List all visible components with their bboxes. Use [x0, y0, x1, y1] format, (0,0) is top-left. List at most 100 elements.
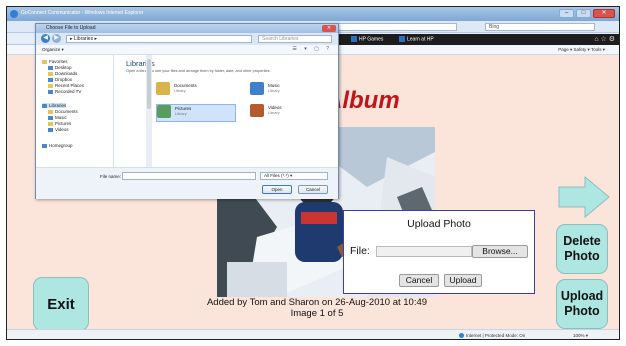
file-dialog-title: Choose File to Upload	[46, 25, 96, 31]
upload-cancel-button[interactable]: Cancel	[399, 274, 439, 287]
learn-at-hp-icon	[399, 36, 405, 42]
browser-title-bar: GoConnect Communicator - Windows Interne…	[7, 7, 619, 21]
delete-photo-button[interactable]: Delete Photo	[556, 224, 608, 274]
file-path-input[interactable]	[376, 246, 472, 257]
nav-desktop-label: Desktop	[55, 65, 72, 70]
nav-favorites-label: Favorites	[49, 59, 68, 64]
upload-photo-label-2: Photo	[564, 304, 600, 318]
tab-strip: HP Games Learn at HP ⌂ ☆ ⚙	[337, 34, 619, 45]
bing-search-placeholder: Bing	[489, 24, 500, 30]
file-dialog-toolbar: Organize ▾ ☰ ▾ ▢ ?	[36, 45, 338, 55]
library-documents-type: Library	[174, 89, 186, 93]
dropbox-icon	[48, 77, 53, 82]
window-controls: – □ ✕	[559, 9, 615, 18]
nav-recent-places-label: Recent Places	[55, 83, 85, 88]
file-dialog-bottom-bar: File name: All Files (*.*) ▾ Open Cancel	[36, 167, 338, 199]
nav-libraries[interactable]: Libraries	[42, 103, 67, 108]
exit-button[interactable]: Exit	[33, 277, 89, 331]
documents-library-icon	[156, 82, 170, 95]
security-zone-label: Internet | Protected Mode: On	[466, 333, 526, 338]
next-arrow-icon[interactable]	[557, 175, 611, 219]
file-dialog-title-bar: Choose File to Upload ✕	[36, 24, 338, 33]
nav-documents[interactable]: Documents	[48, 109, 78, 114]
nav-desktop[interactable]: Desktop	[48, 65, 72, 70]
nav-downloads-label: Downloads	[55, 71, 78, 76]
upload-photo-dialog: Upload Photo File: Browse... Cancel Uplo…	[343, 210, 535, 294]
nav-recorded-tv[interactable]: Recorded TV	[48, 89, 81, 94]
home-favorites-gear-icons[interactable]: ⌂ ☆ ⚙	[594, 35, 615, 43]
favorite-learn-at-hp[interactable]: Learn at HP	[399, 36, 434, 42]
browser-status-bar: Internet | Protected Mode: On 100% ▾	[7, 329, 619, 339]
scrollbar-thumb[interactable]	[147, 59, 151, 109]
forward-arrow-icon[interactable]: ▶	[52, 34, 61, 43]
file-dialog-cancel-button[interactable]: Cancel	[298, 185, 328, 194]
nav-recorded-tv-label: Recorded TV	[55, 89, 82, 94]
file-dialog-close-icon[interactable]: ✕	[322, 25, 336, 32]
nav-videos[interactable]: Videos	[48, 127, 69, 132]
navigation-scrollbar[interactable]	[146, 55, 152, 167]
photo-caption: Added by Tom and Sharon on 26-Aug-2010 a…	[187, 297, 447, 319]
documents-icon	[48, 109, 53, 114]
nav-favorites[interactable]: Favorites	[42, 59, 68, 64]
upload-submit-button[interactable]: Upload	[444, 274, 482, 287]
nav-homegroup[interactable]: Homegroup	[42, 143, 73, 148]
music-library-icon	[250, 82, 264, 95]
library-music[interactable]: Music Library	[250, 82, 330, 100]
upload-photo-button[interactable]: Upload Photo	[556, 279, 608, 329]
videos-icon	[48, 127, 53, 132]
bing-search-field[interactable]: Bing	[485, 23, 595, 31]
library-music-name: Music	[268, 83, 280, 88]
browser-window-title: GoConnect Communicator - Windows Interne…	[21, 10, 144, 16]
library-videos-type: Library	[268, 111, 280, 115]
favorite-learn-at-hp-label: Learn at HP	[407, 36, 434, 43]
desktop-icon	[48, 65, 53, 70]
file-type-filter[interactable]: All Files (*.*) ▾	[260, 172, 328, 180]
nav-homegroup-label: Homegroup	[49, 143, 73, 148]
library-pictures-type: Library	[175, 112, 187, 116]
delete-photo-label-1: Delete	[563, 234, 601, 248]
favorite-hp-games[interactable]: HP Games	[351, 36, 383, 42]
file-label: File:	[350, 245, 370, 257]
nav-dropbox[interactable]: Dropbox	[48, 77, 72, 82]
file-dialog-path[interactable]: ▸ Libraries ▸	[66, 35, 252, 43]
file-name-label: File name:	[100, 174, 122, 179]
nav-downloads[interactable]: Downloads	[48, 71, 77, 76]
nav-recent-places[interactable]: Recent Places	[48, 83, 84, 88]
zoom-level[interactable]: 100% ▾	[573, 333, 588, 339]
library-documents-name: Documents	[174, 83, 197, 88]
view-options-icons[interactable]: ☰ ▾ ▢ ?	[292, 46, 332, 52]
file-dialog-nav-bar: ◀ ▶ ▸ Libraries ▸ Search Libraries	[36, 33, 338, 45]
browse-button[interactable]: Browse...	[472, 245, 528, 258]
organize-menu[interactable]: Organize ▾	[42, 47, 64, 53]
minimize-button[interactable]: –	[559, 9, 574, 18]
pictures-icon	[48, 121, 53, 126]
ie-icon	[10, 10, 18, 18]
upload-photo-label-1: Upload	[560, 289, 604, 303]
hp-games-icon	[351, 36, 357, 42]
homegroup-icon	[42, 143, 47, 148]
choose-file-dialog: Choose File to Upload ✕ ◀ ▶ ▸ Libraries …	[35, 23, 339, 199]
nav-dropbox-label: Dropbox	[55, 77, 73, 82]
library-pictures-name: Pictures	[175, 106, 192, 111]
maximize-button[interactable]: □	[576, 9, 591, 18]
nav-music[interactable]: Music	[48, 115, 67, 120]
videos-library-icon	[250, 104, 264, 117]
library-videos-name: Videos	[268, 105, 282, 110]
file-dialog-search[interactable]: Search Libraries	[258, 35, 332, 43]
screenshot-frame: GoConnect Communicator - Windows Interne…	[6, 6, 620, 340]
nav-videos-label: Videos	[55, 127, 69, 132]
open-button[interactable]: Open	[262, 185, 292, 194]
libraries-icon	[42, 103, 47, 108]
nav-pictures-label: Pictures	[55, 121, 72, 126]
file-name-input[interactable]	[122, 172, 256, 180]
back-arrow-icon[interactable]: ◀	[41, 34, 50, 43]
library-music-type: Library	[268, 89, 280, 93]
command-bar-menus[interactable]: Page ▾ Safety ▾ Tools ▾	[558, 47, 605, 53]
globe-icon	[459, 333, 464, 339]
nav-pictures[interactable]: Pictures	[48, 121, 71, 126]
library-documents[interactable]: Documents Library	[156, 82, 236, 100]
star-icon	[42, 59, 47, 64]
close-button[interactable]: ✕	[593, 9, 615, 18]
library-pictures[interactable]: Pictures Library	[156, 104, 236, 122]
library-videos[interactable]: Videos Library	[250, 104, 330, 122]
